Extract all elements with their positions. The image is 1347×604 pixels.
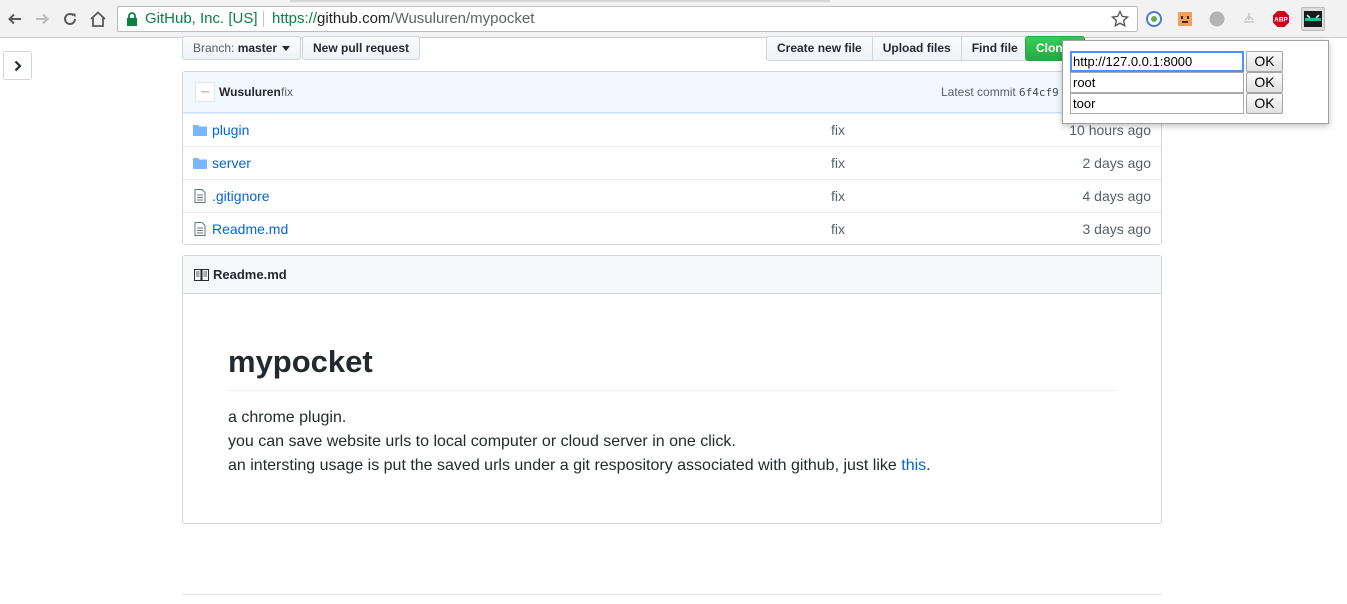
home-icon	[90, 11, 106, 27]
server-url-input[interactable]	[1070, 51, 1244, 72]
home-button[interactable]	[88, 9, 108, 29]
file-name[interactable]: .gitignore	[212, 180, 270, 212]
readme-heading: mypocket	[228, 342, 1116, 391]
file-commit-message[interactable]: fix	[831, 213, 845, 244]
file-listing: Wusuluren fix Latest commit 6f4cf9 plugi…	[182, 71, 1162, 245]
dropdown-caret-icon	[282, 46, 291, 51]
tree-icon[interactable]	[1240, 10, 1258, 28]
new-pull-request-button[interactable]: New pull request	[302, 36, 421, 60]
readme-line-end: .	[926, 457, 931, 474]
file-age: 4 days ago	[1082, 188, 1152, 204]
file-commit-message[interactable]: fix	[831, 114, 845, 146]
forward-arrow-icon	[36, 13, 49, 25]
readme-line: you can save website urls to local compu…	[228, 433, 736, 450]
file-row: plugin fix 10 hours ago	[183, 113, 1161, 146]
omnibox-separator	[263, 11, 264, 27]
folder-icon	[193, 158, 207, 169]
password-ok-button[interactable]: OK	[1246, 93, 1283, 114]
file-row: server fix 2 days ago	[183, 146, 1161, 179]
latest-commit-label: Latest commit	[941, 85, 1016, 99]
tab-strip	[290, 0, 830, 2]
ev-certificate-label[interactable]: GitHub, Inc. [US]	[145, 7, 258, 31]
file-icon	[194, 222, 206, 236]
url-text[interactable]: https://github.com/Wusuluren/mypocket	[272, 7, 534, 31]
latest-commit-bar: Wusuluren fix Latest commit 6f4cf9	[183, 72, 1161, 113]
chevron-right-icon	[14, 60, 22, 71]
file-age: 2 days ago	[1082, 155, 1152, 171]
address-bar[interactable]: GitHub, Inc. [US] https://github.com/Wus…	[117, 6, 1138, 32]
file-icon	[194, 189, 206, 203]
footer-divider	[182, 594, 1162, 595]
password-input[interactable]	[1070, 93, 1244, 114]
file-name[interactable]: Readme.md	[212, 213, 288, 244]
back-button[interactable]	[5, 9, 25, 29]
file-name[interactable]: plugin	[212, 114, 249, 146]
reload-button[interactable]	[60, 9, 80, 29]
readme-line-text: an intersting usage is put the saved url…	[228, 457, 902, 474]
extension-popup: OK OK OK	[1062, 40, 1329, 124]
url-host: github.com	[317, 10, 391, 27]
pocket-extension-icon	[1304, 11, 1322, 27]
branch-prefix: Branch:	[193, 41, 235, 55]
create-new-file-button[interactable]: Create new file	[766, 36, 873, 61]
commit-message[interactable]: fix	[281, 85, 293, 99]
bookmark-star-icon[interactable]	[1111, 10, 1129, 28]
file-row: Readme.md fix 3 days ago	[183, 212, 1161, 244]
lock-icon	[127, 12, 137, 26]
reload-icon	[64, 12, 76, 25]
file-commit-message[interactable]: fix	[831, 180, 845, 212]
file-name[interactable]: server	[212, 147, 251, 179]
url-path: /Wusuluren/mypocket	[390, 10, 535, 27]
face-extension-icon[interactable]	[1176, 10, 1194, 28]
adblock-plus-icon[interactable]: ABP	[1272, 10, 1290, 28]
forward-button[interactable]	[32, 9, 52, 29]
commit-sha[interactable]: 6f4cf9	[1019, 86, 1059, 99]
server-url-ok-button[interactable]: OK	[1246, 51, 1283, 72]
avatar[interactable]	[195, 82, 215, 102]
browser-toolbar: GitHub, Inc. [US] https://github.com/Wus…	[0, 0, 1347, 38]
readme-header: Readme.md	[183, 256, 1161, 294]
file-row: .gitignore fix 4 days ago	[183, 179, 1161, 212]
avatar-placeholder-icon	[201, 91, 209, 93]
pocket-extension-button[interactable]	[1301, 7, 1325, 31]
readme-line: an intersting usage is put the saved url…	[228, 457, 931, 475]
username-input[interactable]	[1070, 72, 1244, 93]
upload-files-button[interactable]: Upload files	[872, 36, 962, 61]
book-icon	[194, 269, 209, 281]
translate-icon[interactable]	[1145, 10, 1163, 28]
sidebar-toggle-button[interactable]	[3, 51, 32, 80]
file-actions-group: Create new file Upload files Find file	[766, 36, 1029, 61]
username-ok-button[interactable]: OK	[1246, 72, 1283, 93]
readme-link[interactable]: this	[901, 457, 926, 474]
gray-circle-icon[interactable]	[1208, 10, 1226, 28]
readme-line: a chrome plugin.	[228, 409, 347, 426]
back-arrow-icon	[8, 13, 21, 25]
abp-text: ABP	[1274, 17, 1288, 24]
folder-icon	[193, 125, 207, 136]
file-commit-message[interactable]: fix	[831, 147, 845, 179]
branch-name: master	[237, 41, 278, 55]
latest-commit-info: Latest commit 6f4cf9	[941, 85, 1059, 99]
readme-panel: Readme.md mypocket a chrome plugin. you …	[182, 255, 1162, 524]
file-age: 3 days ago	[1082, 221, 1152, 237]
commit-author[interactable]: Wusuluren	[219, 85, 281, 99]
url-scheme: https://	[272, 10, 318, 27]
branch-select-button[interactable]: Branch: master	[182, 36, 302, 60]
find-file-button[interactable]: Find file	[961, 36, 1029, 61]
readme-filename: Readme.md	[213, 267, 287, 282]
